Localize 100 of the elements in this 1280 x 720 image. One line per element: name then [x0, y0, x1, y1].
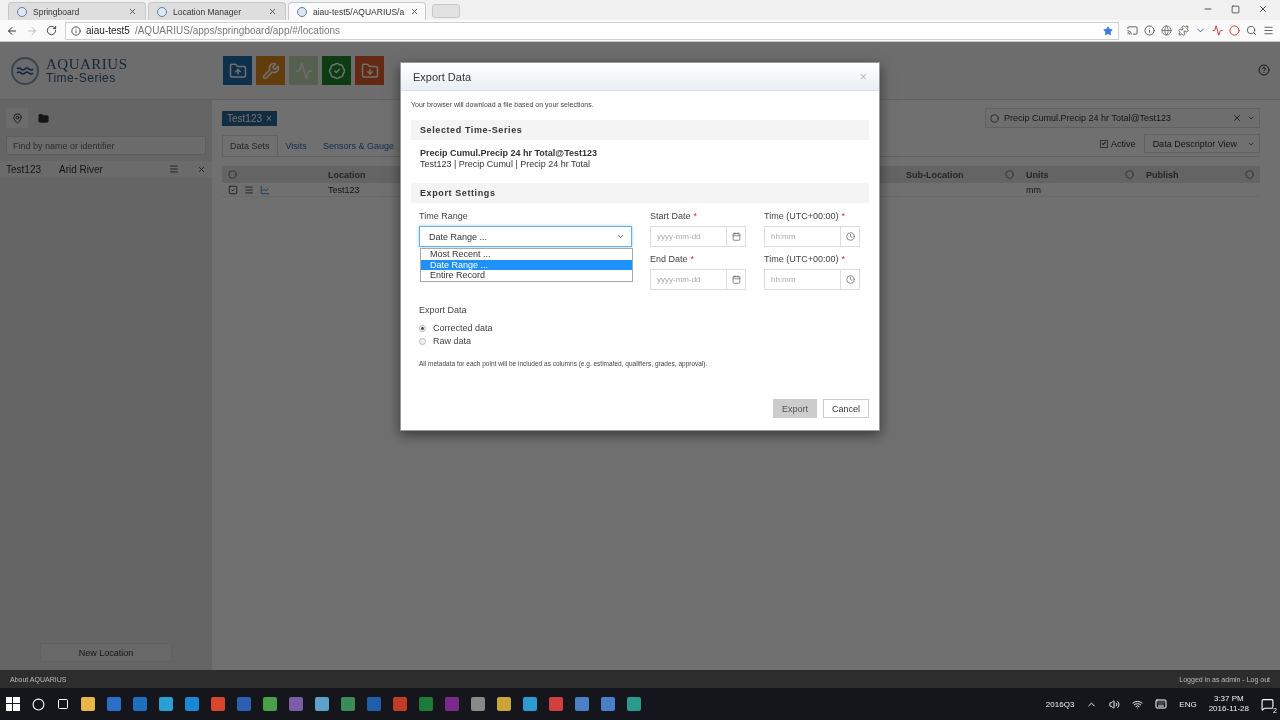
app-icon[interactable] — [393, 697, 407, 711]
volume-icon[interactable] — [1109, 698, 1121, 710]
clear-icon[interactable] — [1232, 113, 1242, 123]
app-icon[interactable] — [627, 697, 641, 711]
calendar-icon — [731, 275, 741, 284]
location-id[interactable]: Test123 — [6, 163, 42, 175]
app-icon[interactable] — [471, 697, 485, 711]
menu-icon[interactable] — [1263, 25, 1274, 36]
folder-download-tool[interactable] — [355, 56, 384, 85]
folder-upload-tool[interactable] — [223, 56, 252, 85]
calendar-button[interactable] — [726, 226, 746, 247]
close-icon[interactable] — [268, 7, 277, 16]
app-icon[interactable] — [315, 697, 329, 711]
date-field[interactable]: yyyy-mm-dd — [650, 226, 726, 247]
close-icon[interactable] — [410, 7, 420, 16]
browser-tab[interactable]: Location Manager — [148, 2, 286, 20]
location-name[interactable]: Arid River — [59, 163, 103, 175]
pulse-icon[interactable] — [1212, 25, 1223, 36]
location-chip[interactable]: Test123 × — [222, 110, 277, 126]
field-label: Start Date * — [650, 211, 699, 221]
reload-icon[interactable] — [46, 25, 57, 36]
radio-label[interactable]: Raw data — [433, 336, 472, 346]
app-icon[interactable] — [107, 697, 121, 711]
active-checkbox[interactable] — [1100, 139, 1109, 148]
clock-button[interactable] — [840, 226, 860, 247]
wifi-icon[interactable] — [1132, 698, 1144, 710]
table-cell: Test123 — [328, 184, 360, 195]
close-icon[interactable] — [1258, 4, 1268, 14]
checkbox-icon[interactable] — [228, 184, 238, 195]
app-icon[interactable] — [575, 697, 589, 711]
language-indicator[interactable]: ENG — [1179, 699, 1197, 709]
column-header[interactable]: Location — [328, 169, 366, 180]
content-tab[interactable]: Sensors & Gauge — [314, 135, 402, 156]
app-icon[interactable] — [81, 697, 95, 711]
map-pin-icon — [11, 112, 23, 124]
content-tab[interactable]: Visits — [277, 135, 315, 156]
column-header[interactable]: Sub-Location — [906, 169, 964, 180]
date-field[interactable]: yyyy-mm-dd — [650, 269, 726, 290]
radio-label[interactable]: Corrected data — [433, 323, 493, 333]
puzzle-icon[interactable] — [1178, 25, 1189, 36]
app-icon[interactable] — [237, 697, 251, 711]
info-icon[interactable] — [71, 25, 81, 36]
app-icon[interactable] — [549, 697, 563, 711]
favicon-icon — [17, 6, 27, 17]
radio-button[interactable] — [419, 337, 426, 345]
series-picker[interactable]: Precip Cumul.Precip 24 hr Total@Test123 — [985, 108, 1260, 128]
view-select[interactable]: Data Descriptor View — [1143, 134, 1260, 153]
app-icon[interactable] — [497, 697, 511, 711]
column-header[interactable]: Publish — [1146, 169, 1179, 180]
restore-icon[interactable] — [1231, 4, 1240, 14]
app-icon[interactable] — [185, 697, 199, 711]
windows-icon[interactable] — [6, 697, 20, 711]
info-icon[interactable] — [1144, 25, 1155, 36]
back-icon[interactable] — [6, 24, 18, 37]
clock-button[interactable] — [840, 269, 860, 290]
browser-tab[interactable]: aiau-test5/AQUARIUS/a — [288, 2, 426, 20]
task-view-icon[interactable] — [57, 698, 69, 710]
content-tab[interactable]: Data Sets — [222, 135, 278, 156]
forward-icon[interactable] — [26, 24, 38, 37]
caret-icon[interactable] — [1247, 114, 1255, 122]
time-field[interactable]: hh:mm — [764, 269, 840, 290]
app-icon[interactable] — [601, 697, 615, 711]
app-icon[interactable] — [523, 697, 537, 711]
app-icon[interactable] — [341, 697, 355, 711]
app-icon[interactable] — [133, 697, 147, 711]
calendar-button[interactable] — [726, 269, 746, 290]
radio-button[interactable] — [419, 324, 426, 332]
app-icon[interactable] — [263, 697, 277, 711]
app-icon[interactable] — [211, 697, 225, 711]
column-header[interactable]: Units — [1026, 169, 1049, 180]
time-field[interactable]: hh:mm — [764, 226, 840, 247]
keyboard-icon[interactable] — [1155, 698, 1168, 710]
map-pin-tab[interactable] — [6, 108, 28, 128]
new-tab-button[interactable] — [432, 4, 460, 18]
close-icon[interactable] — [197, 164, 206, 174]
dialog-button[interactable]: Cancel — [823, 399, 869, 418]
app-icon[interactable] — [159, 697, 173, 711]
browser-tab[interactable]: Springboard — [8, 2, 146, 20]
series-name: Precip Cumul.Precip 24 hr Total@Test123 — [420, 148, 598, 158]
new-location-button[interactable]: New Location — [40, 643, 172, 662]
cast-icon[interactable] — [1127, 25, 1138, 36]
help-icon[interactable] — [1258, 63, 1270, 76]
clock[interactable]: 3:37 PM 2016-11-28 — [1208, 694, 1249, 714]
series-path: Test123 | Precip Cumul | Precip 24 hr Total — [420, 159, 592, 169]
address-bar[interactable]: aiau-test5 /AQUARIUS/apps/springboard/app/#/locations — [65, 21, 1119, 40]
badge-check-tool[interactable] — [322, 56, 351, 85]
app-icon[interactable] — [367, 697, 381, 711]
circle-icon[interactable] — [1229, 25, 1240, 36]
dropdown-option[interactable]: Date Range ... — [421, 259, 632, 270]
app-icon[interactable] — [419, 697, 433, 711]
chart-icon[interactable] — [260, 184, 270, 195]
field-label: Time (UTC+00:00) * — [764, 254, 846, 264]
app-icon[interactable] — [289, 697, 303, 711]
toolbar-label[interactable]: 2016Q3 — [1045, 699, 1075, 709]
field-label: Time Range — [419, 211, 469, 221]
close-icon[interactable] — [128, 7, 137, 16]
wrench-tool[interactable] — [256, 56, 285, 85]
dialog-title: Export Data — [413, 70, 473, 83]
globe-icon[interactable] — [1161, 25, 1172, 36]
star-icon[interactable] — [1103, 25, 1113, 36]
